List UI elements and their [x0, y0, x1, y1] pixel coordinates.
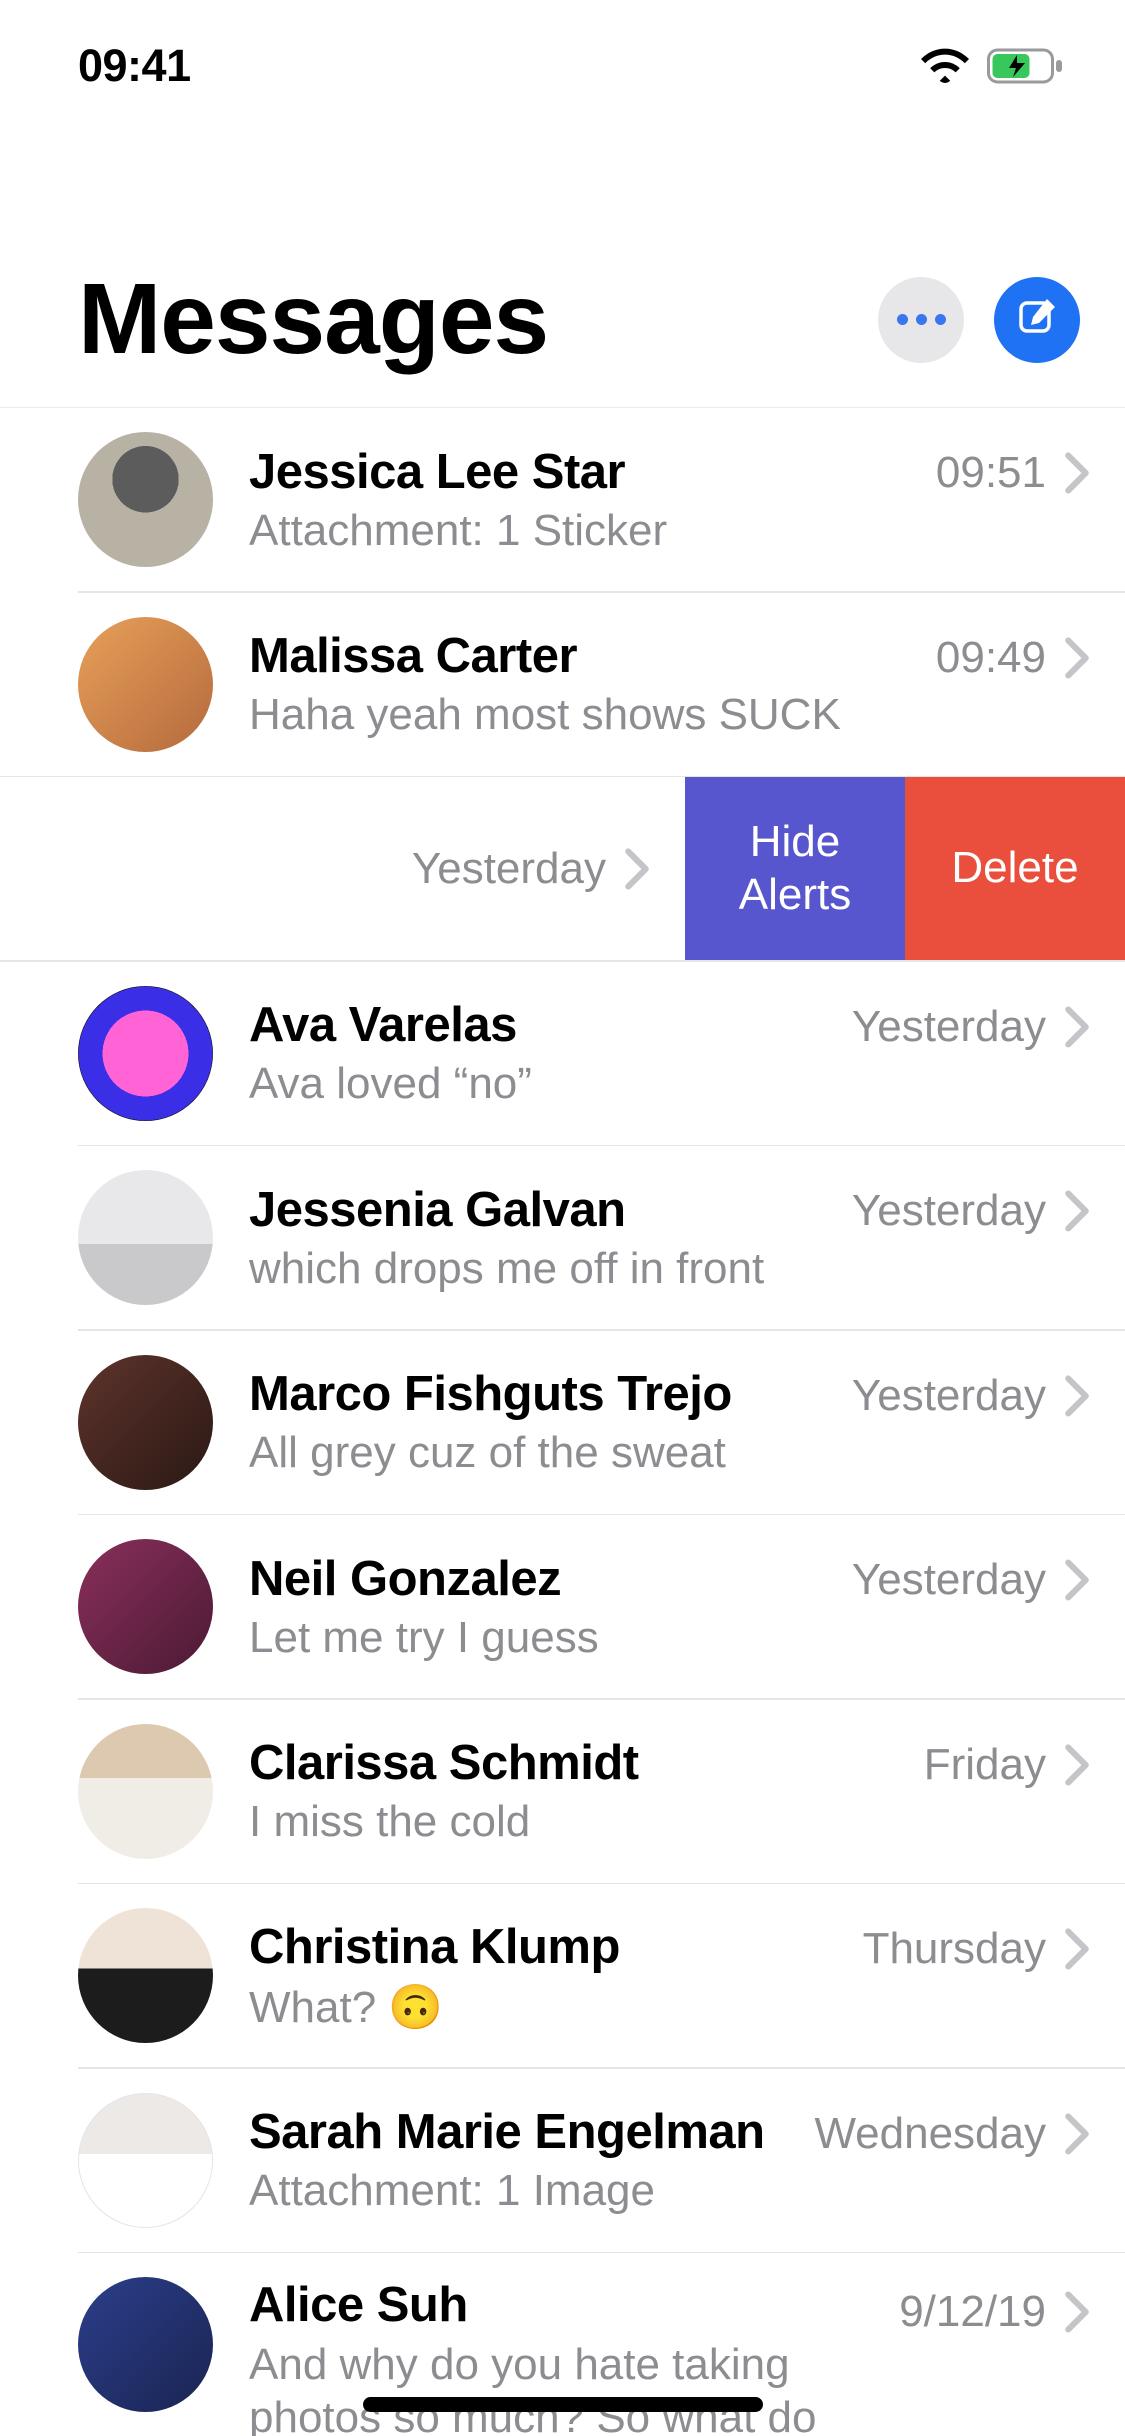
conversation-preview: Attachment: 1 Sticker [249, 506, 926, 556]
status-bar: 09:41 [0, 0, 1125, 132]
more-options-button[interactable] [878, 277, 964, 363]
chevron-right-icon [1064, 1744, 1090, 1786]
avatar [78, 986, 213, 1121]
conversation-name: Clarissa Schmidt [249, 1735, 914, 1791]
chevron-right-icon [1064, 2291, 1090, 2333]
conversation-preview: Let me try I guess [249, 1613, 842, 1663]
conversation-time: Wednesday [814, 2109, 1046, 2159]
conversation-row[interactable]: Neil Gonzalez Let me try I guess Yesterd… [0, 1515, 1125, 1698]
conversation-name: Ava Varelas [249, 997, 842, 1053]
avatar [78, 1170, 213, 1305]
conversation-name: Neil Gonzalez [249, 1551, 842, 1607]
home-indicator[interactable] [363, 2397, 763, 2412]
conversation-row-swiped[interactable]: Guterriez hat Yesterday Hide Alerts Dele… [0, 777, 1125, 960]
conversation-preview: hat [0, 875, 402, 925]
conversation-name: Sarah Marie Engelman [249, 2104, 804, 2160]
conversation-row[interactable]: Jessica Lee Star Attachment: 1 Sticker 0… [0, 408, 1125, 591]
conversation-preview: Haha yeah most shows SUCK [249, 690, 926, 740]
conversation-name: Christina Klump [249, 1919, 853, 1975]
conversation-name: Malissa Carter [249, 628, 926, 684]
avatar [78, 432, 213, 567]
conversation-time: Yesterday [852, 1186, 1046, 1236]
conversation-preview: And why do you hate taking photos so muc… [249, 2339, 889, 2436]
conversation-row[interactable]: Marco Fishguts Trejo All grey cuz of the… [0, 1331, 1125, 1514]
conversation-name: Alice Suh [249, 2277, 889, 2333]
avatar [78, 1724, 213, 1859]
avatar [78, 617, 213, 752]
header-actions [878, 277, 1080, 363]
conversation-preview: Attachment: 1 Image [249, 2166, 804, 2216]
conversation-time: 9/12/19 [899, 2287, 1046, 2337]
avatar [78, 1539, 213, 1674]
conversation-row[interactable]: Christina Klump What? 🙃 Thursday [0, 1884, 1125, 2067]
conversation-name: Jessica Lee Star [249, 444, 926, 500]
avatar [78, 1355, 213, 1490]
conversation-time: Friday [924, 1740, 1046, 1790]
chevron-right-icon [1064, 1928, 1090, 1970]
avatar [78, 2277, 213, 2412]
chevron-right-icon [1064, 2113, 1090, 2155]
avatar [78, 2093, 213, 2228]
chevron-right-icon [1064, 1375, 1090, 1417]
conversation-time: Yesterday [412, 844, 606, 894]
chevron-right-icon [1064, 1006, 1090, 1048]
conversation-preview: What? 🙃 [249, 1981, 853, 2033]
status-indicators [921, 47, 1065, 85]
conversation-list[interactable]: Jessica Lee Star Attachment: 1 Sticker 0… [0, 407, 1125, 2423]
chevron-right-icon [1064, 452, 1090, 494]
chevron-right-icon [624, 848, 650, 890]
chevron-right-icon [1064, 637, 1090, 679]
conversation-row[interactable]: Malissa Carter Haha yeah most shows SUCK… [0, 593, 1125, 776]
conversation-time: Yesterday [852, 1555, 1046, 1605]
compose-button[interactable] [994, 277, 1080, 363]
avatar [78, 1908, 213, 2043]
conversation-preview: Ava loved “no” [249, 1059, 842, 1109]
conversation-preview: I miss the cold [249, 1797, 914, 1847]
conversation-preview: which drops me off in front [249, 1244, 842, 1294]
delete-button[interactable]: Delete [905, 777, 1125, 960]
page-header: Messages [0, 132, 1125, 407]
ellipsis-icon [897, 314, 946, 325]
conversation-row[interactable]: Ava Varelas Ava loved “no” Yesterday [0, 962, 1125, 1145]
conversation-time: 09:49 [936, 633, 1046, 683]
conversation-time: 09:51 [936, 448, 1046, 498]
chevron-right-icon [1064, 1190, 1090, 1232]
battery-charging-icon [987, 47, 1065, 85]
conversation-time: Yesterday [852, 1371, 1046, 1421]
conversation-row[interactable]: Clarissa Schmidt I miss the cold Friday [0, 1700, 1125, 1883]
page-title: Messages [78, 262, 548, 377]
conversation-time: Thursday [863, 1924, 1046, 1974]
conversation-preview: All grey cuz of the sweat [249, 1428, 842, 1478]
chevron-right-icon [1064, 1559, 1090, 1601]
conversation-name: Guterriez [0, 813, 402, 869]
wifi-icon [921, 48, 969, 84]
conversation-row[interactable]: Jessenia Galvan which drops me off in fr… [0, 1146, 1125, 1329]
conversation-name: Jessenia Galvan [249, 1182, 842, 1238]
hide-alerts-button[interactable]: Hide Alerts [685, 777, 905, 960]
status-time: 09:41 [78, 40, 191, 92]
conversation-row[interactable]: Sarah Marie Engelman Attachment: 1 Image… [0, 2069, 1125, 2252]
conversation-name: Marco Fishguts Trejo [249, 1366, 842, 1422]
conversation-time: Yesterday [852, 1002, 1046, 1052]
compose-icon [1015, 295, 1059, 344]
